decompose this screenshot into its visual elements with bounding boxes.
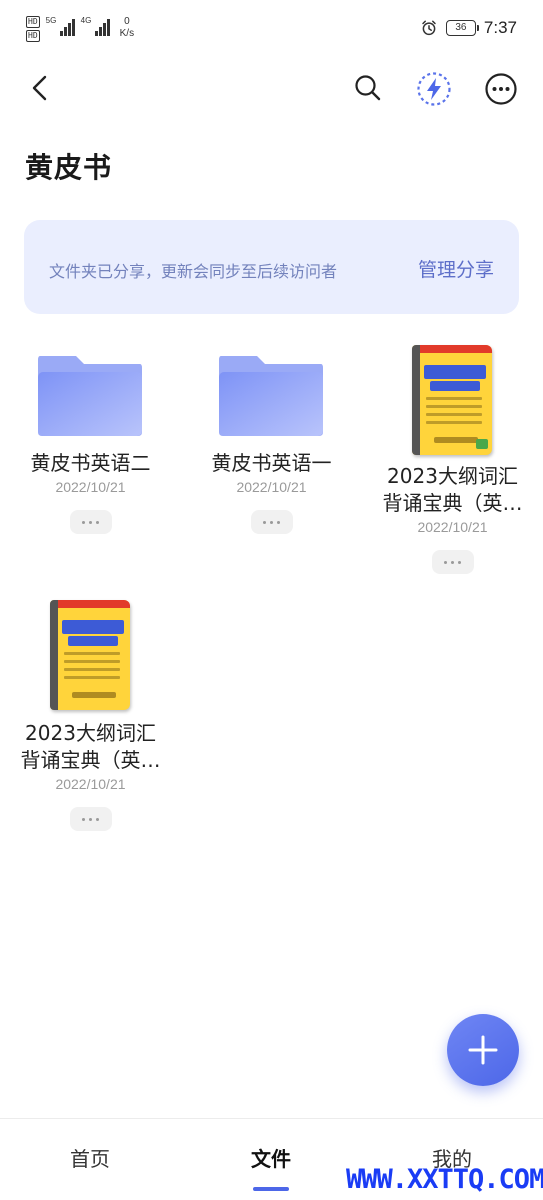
item-more-button[interactable] [431,550,474,574]
clock: 7:37 [483,18,517,37]
search-button[interactable] [350,70,386,106]
net-speed-unit: K/s [119,28,135,39]
more-icon [485,73,517,105]
page-title: 黄皮书 [25,151,113,184]
back-icon [32,75,47,101]
status-bar: HD HD 5G 4G 0 K/s 36 7:37 [0,0,543,60]
net2-label: 4G [80,16,92,25]
item-name: 黄皮书英语二 [30,451,151,475]
item-date: 2022/10/21 [55,776,126,792]
net-speed-value: 0 [124,16,130,27]
signal-icon-2: 4G [81,16,110,36]
grid-item-book[interactable]: 2023大纲词汇背诵宝典（英… 2022/10/21 [0,600,181,831]
active-tab-indicator [253,1187,289,1191]
item-date: 2022/10/21 [417,519,488,535]
item-more-button[interactable] [250,510,293,534]
book-cover-image [50,600,130,710]
tab-home[interactable]: 首页 [70,1143,110,1172]
sim2-badge: HD [26,30,40,42]
more-button[interactable] [482,70,520,108]
item-date: 2022/10/21 [236,479,307,495]
net-speed: 0 K/s [120,16,134,40]
back-button[interactable] [22,70,58,106]
book-cover-image [412,345,492,455]
manage-share-button[interactable]: 管理分享 [418,255,494,282]
flash-icon [417,72,451,106]
grid-item-book[interactable]: 2023大纲词汇背诵宝典（英… 2022/10/21 [362,345,543,574]
folder-icon [38,356,142,436]
share-note: 文件夹已分享，更新会同步至后续访问者 [49,262,338,281]
battery-icon: 36 [445,20,479,36]
quick-transfer-button[interactable] [415,70,453,108]
status-left: HD HD 5G 4G 0 K/s [26,16,134,42]
sim1-badge: HD [26,16,40,28]
search-icon [355,75,381,101]
item-date: 2022/10/21 [55,479,126,495]
folder-icon [219,356,323,436]
header [0,60,543,120]
item-name: 黄皮书英语一 [211,451,332,475]
signal-icon-1: 5G [46,16,75,36]
tab-files[interactable]: 文件 [251,1143,291,1172]
watermark: WWW.XXTTQ.COM [346,1164,543,1195]
plus-icon [468,1035,498,1065]
grid-item-folder[interactable]: 黄皮书英语二 2022/10/21 [0,330,181,534]
share-banner: 文件夹已分享，更新会同步至后续访问者 管理分享 [24,220,519,314]
grid-item-folder[interactable]: 黄皮书英语一 2022/10/21 [181,330,362,534]
alarm-icon [422,20,436,36]
item-more-button[interactable] [69,807,112,831]
add-button[interactable] [447,1014,519,1086]
item-name: 2023大纲词汇背诵宝典（英… [382,464,523,515]
status-right: 36 7:37 [420,18,517,38]
item-more-button[interactable] [69,510,112,534]
item-name: 2023大纲词汇背诵宝典（英… [20,721,161,772]
net1-label: 5G [45,16,57,25]
